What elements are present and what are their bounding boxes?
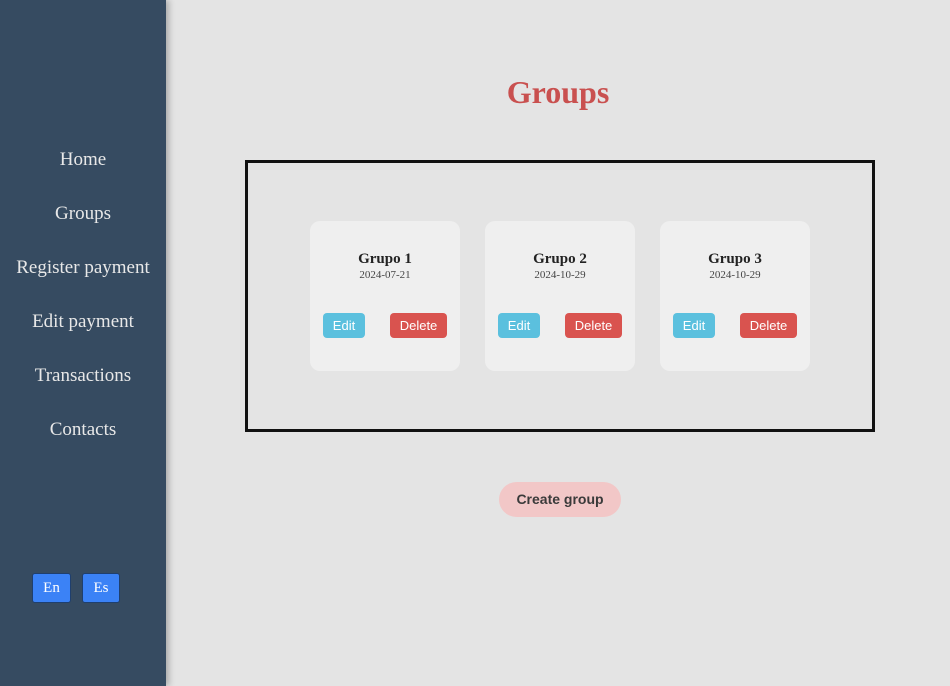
sidebar-item-groups[interactable]: Groups: [0, 202, 166, 226]
sidebar-item-register-payment[interactable]: Register payment: [0, 256, 166, 280]
group-name: Grupo 1: [358, 251, 412, 267]
group-card: Grupo 2 2024-10-29 Edit Delete: [485, 221, 635, 371]
delete-group-button[interactable]: Delete: [390, 313, 447, 338]
group-date: 2024-10-29: [709, 269, 761, 281]
language-es-button[interactable]: Es: [82, 573, 120, 603]
group-name: Grupo 3: [708, 251, 762, 267]
sidebar-item-edit-payment[interactable]: Edit payment: [0, 310, 166, 334]
group-card: Grupo 3 2024-10-29 Edit Delete: [660, 221, 810, 371]
page-title: Groups: [506, 74, 610, 110]
sidebar-item-contacts[interactable]: Contacts: [0, 418, 166, 442]
group-date: 2024-07-21: [359, 269, 411, 281]
sidebar-item-home[interactable]: Home: [0, 148, 166, 172]
edit-group-button[interactable]: Edit: [673, 313, 715, 338]
create-group-button[interactable]: Create group: [499, 482, 621, 517]
sidebar-item-transactions[interactable]: Transactions: [0, 364, 166, 388]
sidebar: Home Groups Register payment Edit paymen…: [0, 0, 166, 686]
edit-group-button[interactable]: Edit: [323, 313, 365, 338]
delete-group-button[interactable]: Delete: [565, 313, 622, 338]
group-date: 2024-10-29: [534, 269, 586, 281]
group-card: Grupo 1 2024-07-21 Edit Delete: [310, 221, 460, 371]
group-name: Grupo 2: [533, 251, 587, 267]
edit-group-button[interactable]: Edit: [498, 313, 540, 338]
delete-group-button[interactable]: Delete: [740, 313, 797, 338]
language-en-button[interactable]: En: [32, 573, 71, 603]
